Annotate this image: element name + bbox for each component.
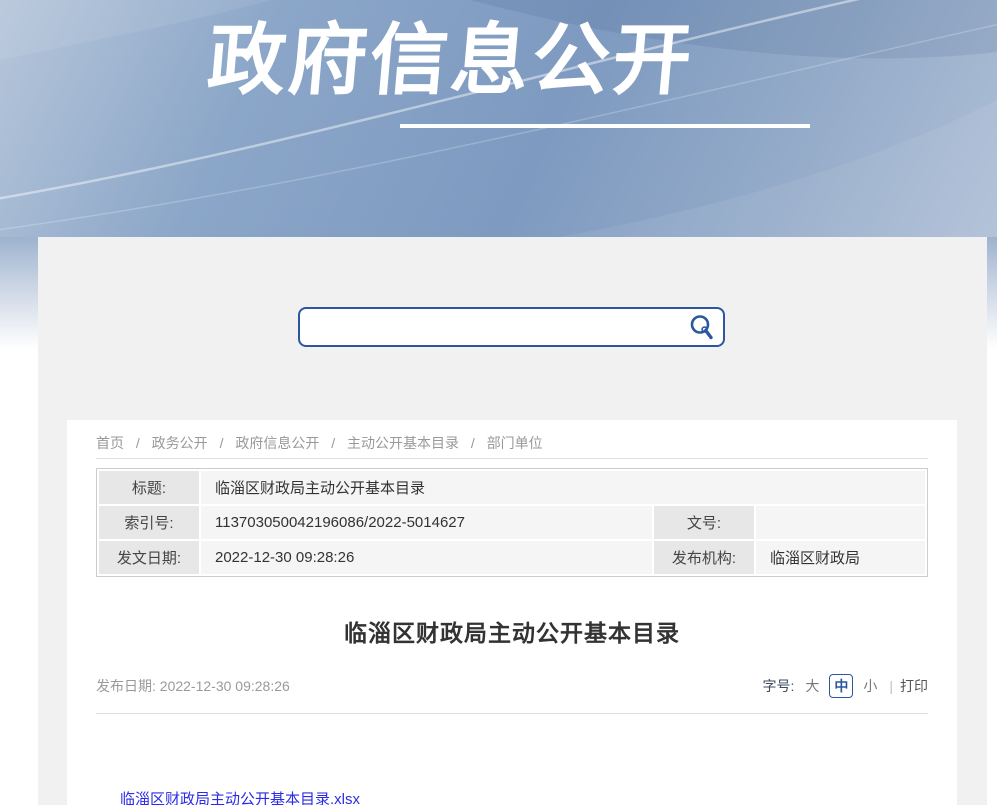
font-size-label: 字号: — [762, 676, 794, 696]
meta-label-title: 标题: — [99, 471, 199, 504]
meta-value-issuedate: 2022-12-30 09:28:26 — [201, 541, 652, 574]
meta-label-agency: 发布机构: — [654, 541, 754, 574]
breadcrumb-separator: / — [331, 435, 335, 451]
controls-separator: | — [889, 678, 893, 694]
publish-date-value: 2022-12-30 09:28:26 — [160, 678, 290, 694]
meta-value-index: 113703050042196086/2022-5014627 — [201, 506, 652, 539]
print-button[interactable]: 打印 — [900, 676, 928, 696]
table-row: 索引号: 113703050042196086/2022-5014627 文号: — [99, 506, 925, 539]
meta-value-title: 临淄区财政局主动公开基本目录 — [201, 471, 925, 504]
main-card: 首页 / 政务公开 / 政府信息公开 / 主动公开基本目录 / 部门单位 标题:… — [38, 237, 987, 805]
search-button[interactable] — [679, 309, 723, 345]
breadcrumb-zhengwu[interactable]: 政务公开 — [152, 435, 208, 451]
meta-label-docnumber: 文号: — [654, 506, 754, 539]
search-icon — [687, 313, 715, 341]
font-size-medium-button[interactable]: 中 — [829, 674, 853, 698]
breadcrumb-divider — [96, 458, 928, 459]
font-size-controls: 字号: 大 中 小 | 打印 — [762, 674, 928, 698]
publish-date-label: 发布日期: — [96, 678, 156, 694]
breadcrumb-mulu[interactable]: 主动公开基本目录 — [347, 435, 459, 451]
article-byline: 发布日期: 2022-12-30 09:28:26 字号: 大 中 小 | 打印 — [96, 674, 928, 698]
table-row: 标题: 临淄区财政局主动公开基本目录 — [99, 471, 925, 504]
meta-value-docnumber — [756, 506, 925, 539]
breadcrumb-separator: / — [136, 435, 140, 451]
breadcrumb-home[interactable]: 首页 — [96, 435, 124, 451]
content-panel: 首页 / 政务公开 / 政府信息公开 / 主动公开基本目录 / 部门单位 标题:… — [67, 420, 957, 805]
publish-date: 发布日期: 2022-12-30 09:28:26 — [96, 676, 290, 696]
meta-value-agency: 临淄区财政局 — [756, 541, 925, 574]
search-input[interactable] — [300, 309, 679, 345]
breadcrumb-separator: / — [220, 435, 224, 451]
search-bar — [298, 307, 725, 347]
meta-label-issuedate: 发文日期: — [99, 541, 199, 574]
article-title: 临淄区财政局主动公开基本目录 — [96, 614, 928, 648]
attachment-link[interactable]: 临淄区财政局主动公开基本目录.xlsx — [120, 791, 360, 805]
breadcrumb-bumen[interactable]: 部门单位 — [487, 435, 543, 451]
breadcrumb-xinxigongkai[interactable]: 政府信息公开 — [235, 435, 319, 451]
attachment-row: 临淄区财政局主动公开基本目录.xlsx — [96, 788, 928, 805]
banner-title-underline — [400, 124, 810, 128]
breadcrumb: 首页 / 政务公开 / 政府信息公开 / 主动公开基本目录 / 部门单位 — [96, 433, 928, 458]
banner-title: 政府信息公开 — [204, 14, 698, 108]
breadcrumb-separator: / — [471, 435, 475, 451]
document-meta-table: 标题: 临淄区财政局主动公开基本目录 索引号: 1137030500421960… — [96, 468, 928, 577]
font-size-large-button[interactable]: 大 — [805, 676, 819, 696]
page-banner: 政府信息公开 — [0, 0, 997, 237]
meta-label-index: 索引号: — [99, 506, 199, 539]
table-row: 发文日期: 2022-12-30 09:28:26 发布机构: 临淄区财政局 — [99, 541, 925, 574]
font-size-small-button[interactable]: 小 — [863, 676, 877, 696]
byline-divider — [96, 713, 928, 714]
